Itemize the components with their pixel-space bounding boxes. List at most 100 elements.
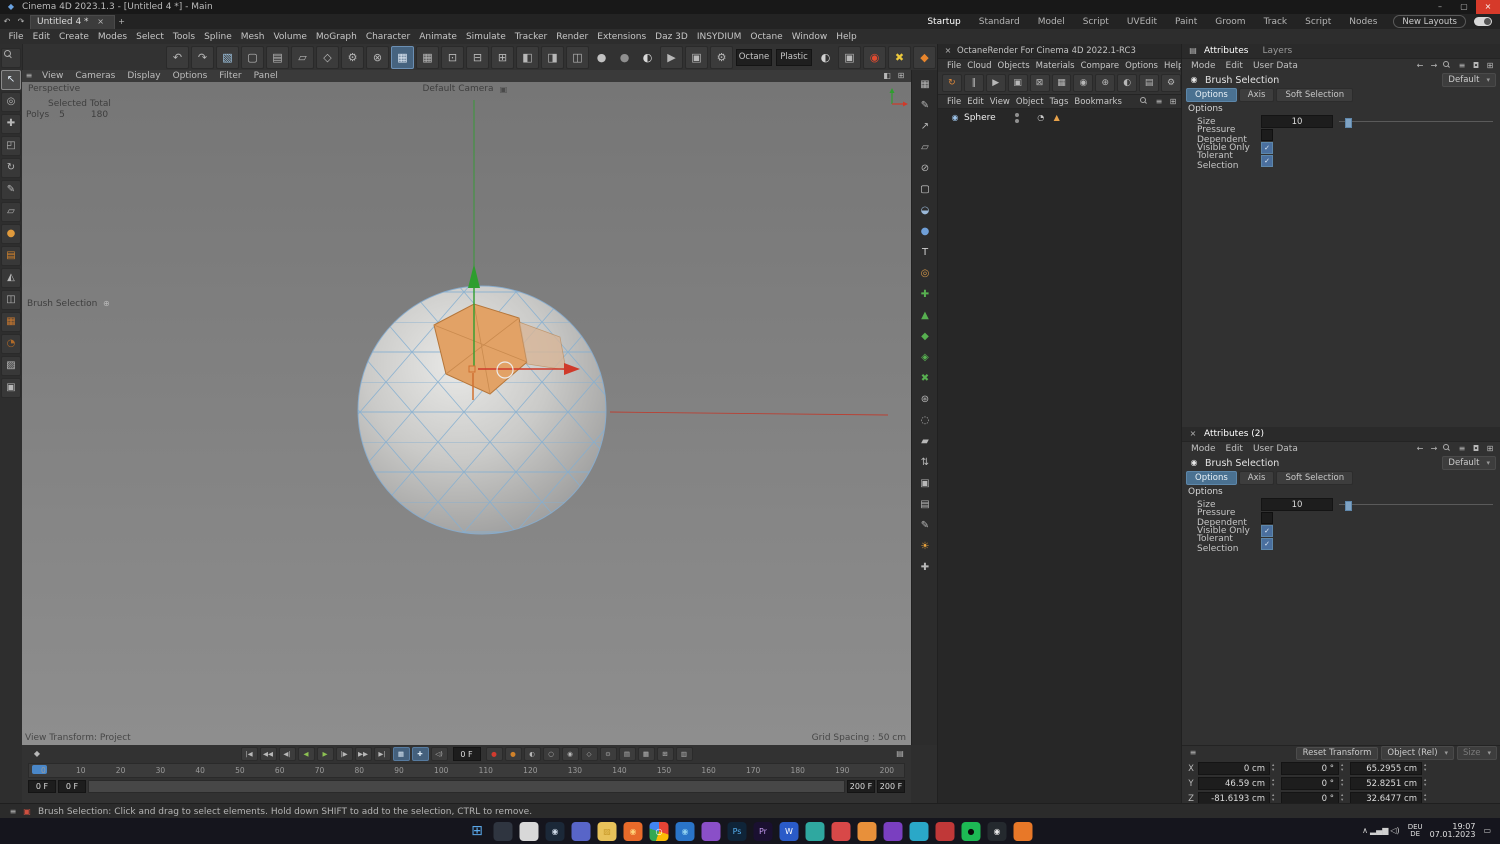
material-manager-icon[interactable]: ▣ (838, 45, 861, 69)
octane-menu-item[interactable]: Objects (995, 61, 1033, 71)
polygon-selection-tag-icon[interactable]: ▲ (1051, 112, 1063, 123)
film-icon[interactable]: ▤ (916, 496, 935, 513)
redo-icon[interactable]: ↷ (191, 45, 214, 69)
new-panel-icon[interactable]: ⊞ (1484, 443, 1496, 454)
select-arrow-icon[interactable]: ↖ (1, 70, 21, 90)
rotation-z-spinner[interactable] (1341, 794, 1348, 803)
octane-focus-picker-icon[interactable]: ⊕ (1095, 74, 1116, 92)
texture-mode-icon[interactable]: ▤ (266, 45, 289, 69)
brush-selection-tool-icon[interactable]: ◉ (1188, 75, 1200, 86)
octane-menu-item[interactable]: Cloud (964, 61, 994, 71)
menu-item[interactable]: Tools (168, 32, 199, 42)
visible-only-checkbox[interactable] (1261, 141, 1273, 154)
size-y-spinner[interactable] (1424, 779, 1431, 788)
paint-tool-icon[interactable]: ● (1, 224, 21, 244)
camera-view-icon[interactable]: ▣ (916, 475, 935, 492)
play-reverse-icon[interactable]: ◀ (297, 747, 315, 761)
nav-back-icon[interactable]: ← (1414, 443, 1426, 454)
attributes-panel-icon[interactable]: ▤ (1187, 46, 1199, 57)
app-cyan-icon[interactable] (909, 821, 929, 841)
octane-menu-item[interactable]: Options (1122, 61, 1161, 71)
render-picture-viewer-icon[interactable]: ▣ (685, 45, 708, 69)
position-y-spinner[interactable] (1272, 779, 1279, 788)
points-mode-icon[interactable]: ⊡ (441, 45, 464, 69)
attributes-2-title[interactable]: Attributes (2) (1204, 429, 1264, 439)
tweak-icon[interactable]: ⊗ (366, 45, 389, 69)
object-row-sphere[interactable]: ◉ Sphere ◔ ▲ (938, 111, 1182, 124)
preset-dropdown-2[interactable]: Default (1442, 456, 1496, 470)
menu-item[interactable]: Select (132, 32, 169, 42)
options-section-header[interactable]: Options (1182, 102, 1500, 115)
material-sphere-1-icon[interactable]: ● (591, 47, 612, 68)
lock-icon[interactable]: ◘ (1470, 60, 1482, 71)
knife-tool-icon[interactable]: ▨ (1, 356, 21, 376)
material-preview-icon[interactable]: ◐ (815, 47, 836, 68)
attributes-menu-item[interactable]: User Data (1248, 61, 1303, 71)
axis-toggle-icon[interactable]: ◧ (516, 45, 539, 69)
word-icon[interactable]: W (779, 821, 799, 841)
photoshop-icon[interactable]: Ps (727, 821, 747, 841)
undo-icon[interactable]: ↶ (166, 45, 189, 69)
coordinate-mode-dropdown[interactable]: Object (Rel) (1381, 746, 1455, 760)
octane-restart-icon[interactable]: ▶ (985, 74, 1006, 92)
record-icon[interactable]: ● (485, 747, 503, 761)
menu-item[interactable]: Daz 3D (651, 32, 693, 42)
embergen-logo-icon[interactable]: ◆ (913, 45, 936, 69)
cloner-icon[interactable]: ⊛ (916, 391, 935, 408)
sphere-primitive-icon[interactable]: ● (916, 223, 935, 240)
sphere-object-icon[interactable]: ◉ (949, 112, 961, 123)
target-icon[interactable]: ◎ (916, 265, 935, 282)
octane-menu-item[interactable]: Compare (1078, 61, 1123, 71)
rotation-y-field[interactable]: 0 ° (1281, 777, 1339, 790)
object-manager-menu-item[interactable]: Object (1013, 97, 1047, 107)
render-visibility-dot[interactable] (1014, 118, 1019, 123)
sculpt-tool-icon[interactable]: ▱ (1, 202, 21, 222)
xparticles-logo-icon[interactable]: ✖ (888, 45, 911, 69)
layout-toggle[interactable] (1474, 17, 1492, 26)
menu-item[interactable]: Animate (415, 32, 462, 42)
live-selection-icon[interactable]: ◎ (1, 92, 21, 112)
minimize-icon[interactable]: – (1428, 0, 1452, 14)
viewport-handle-icon[interactable]: ≡ (23, 71, 35, 82)
layout-item[interactable]: Script (1074, 17, 1118, 27)
octane-white-balance-icon[interactable]: ◐ (1117, 74, 1138, 92)
tab-options-2[interactable]: Options (1186, 471, 1237, 485)
position-z-field[interactable]: -81.6193 cm (1198, 792, 1270, 803)
menu-item[interactable]: Volume (269, 32, 311, 42)
object-manager-menu-item[interactable]: Edit (964, 97, 986, 107)
xp-flow-icon[interactable]: ✖ (916, 370, 935, 387)
viewport[interactable]: Default Camera ▣ Perspective Selected To… (22, 82, 911, 745)
prohibit-icon[interactable]: ⊘ (916, 160, 935, 177)
object-manager-menu-item[interactable]: Tags (1047, 97, 1072, 107)
octane-lock-icon[interactable]: ⊠ (1029, 74, 1050, 92)
edges-mode-icon[interactable]: ⊟ (466, 45, 489, 69)
taskbar-clock[interactable]: 19:07 07.01.2023 (1430, 822, 1476, 840)
menu-item[interactable]: Spline (200, 32, 237, 42)
octane-menu-item[interactable]: Help (1161, 61, 1182, 71)
prev-frame-icon[interactable]: ◀| (278, 747, 296, 761)
snap-icon[interactable]: ◇ (316, 45, 339, 69)
smooth-tool-icon[interactable]: ◔ (1, 334, 21, 354)
timeline-options-icon[interactable]: ▤ (894, 749, 906, 760)
object-manager-list[interactable]: ◉ Sphere ◔ ▲ (938, 109, 1182, 803)
layout-item[interactable]: Nodes (1340, 17, 1386, 27)
close-tab-icon[interactable]: × (95, 17, 107, 28)
size-z-spinner[interactable] (1424, 794, 1431, 803)
xp-emitter-icon[interactable]: ✚ (916, 286, 935, 303)
axis-move-icon[interactable]: ✚ (916, 559, 935, 576)
ring-icon[interactable]: ◌ (916, 412, 935, 429)
range-end-field[interactable]: 200 F (877, 780, 905, 793)
size-slider-knob-2[interactable] (1345, 501, 1353, 511)
steam-icon[interactable]: ◉ (545, 821, 565, 841)
y-axis-arrow-icon[interactable] (468, 264, 480, 288)
deformer-icon[interactable]: ▰ (916, 433, 935, 450)
attributes-menu-item[interactable]: Edit (1221, 61, 1248, 71)
viewport-menu-item[interactable]: Panel (248, 71, 284, 81)
coords-menu-icon[interactable]: ≡ (1187, 748, 1199, 759)
current-frame-field[interactable]: 0 F (452, 747, 481, 761)
make-editable-icon[interactable]: ▧ (216, 45, 239, 69)
rotation-z-field[interactable]: 0 ° (1281, 792, 1339, 803)
language-indicator[interactable]: DEU DE (1408, 823, 1423, 839)
rotation-x-field[interactable]: 0 ° (1281, 762, 1339, 775)
rectangle-shape-icon[interactable]: ▢ (916, 181, 935, 198)
